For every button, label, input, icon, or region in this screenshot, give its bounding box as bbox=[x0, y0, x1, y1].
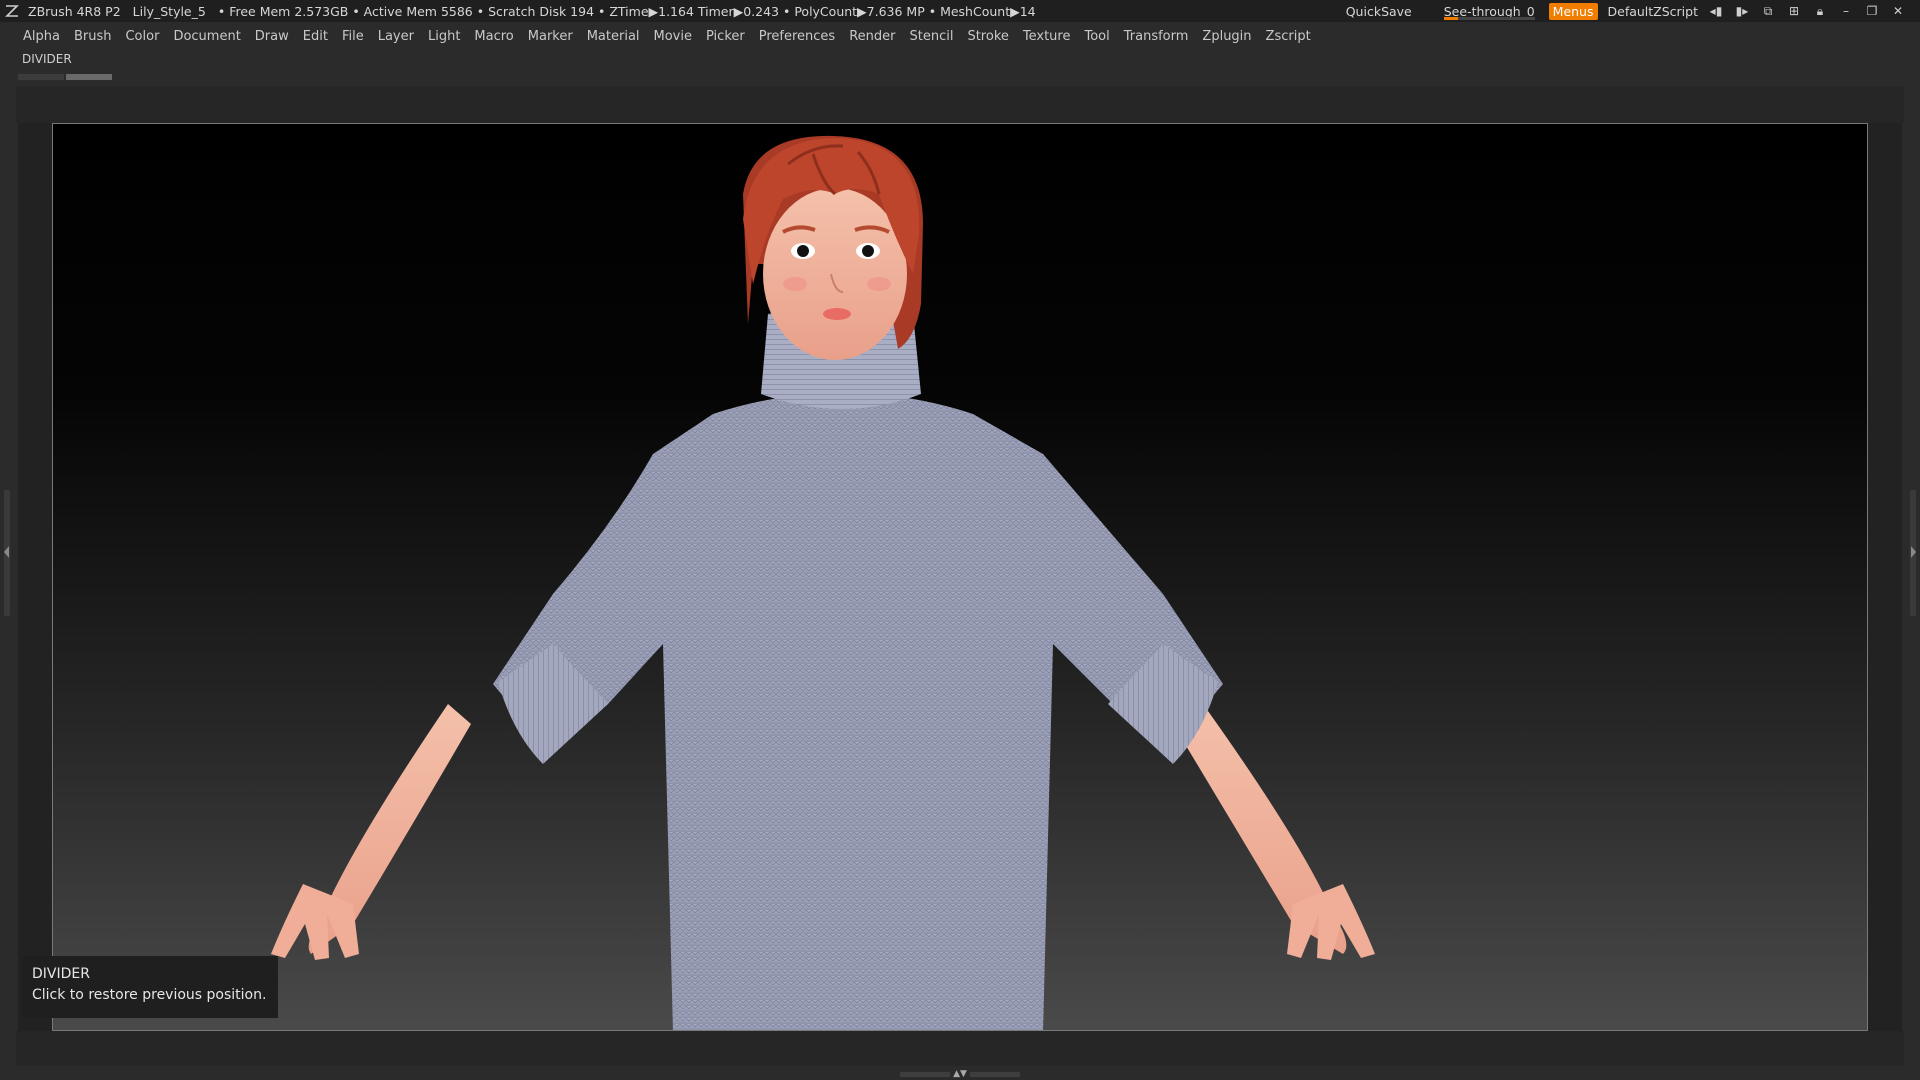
menu-stencil[interactable]: Stencil bbox=[902, 29, 960, 44]
menu-transform[interactable]: Transform bbox=[1117, 29, 1196, 44]
zbrush-logo-icon bbox=[5, 5, 19, 17]
quicksave-button[interactable]: QuickSave bbox=[1346, 4, 1412, 19]
menu-material[interactable]: Material bbox=[580, 29, 647, 44]
menu-render[interactable]: Render bbox=[842, 29, 902, 44]
bottom-shelf bbox=[16, 1031, 1904, 1066]
divider-label: DIVIDER bbox=[22, 52, 72, 66]
window-switch-icon[interactable]: ⧉ bbox=[1760, 3, 1776, 19]
menu-picker[interactable]: Picker bbox=[699, 29, 752, 44]
character-model bbox=[271, 135, 1375, 1030]
menu-alpha[interactable]: Alpha bbox=[16, 29, 67, 44]
menu-document[interactable]: Document bbox=[166, 29, 247, 44]
menu-zplugin[interactable]: Zplugin bbox=[1195, 29, 1258, 44]
layout-left-icon[interactable]: ◂▮ bbox=[1708, 3, 1724, 19]
app-title: ZBrush 4R8 P2 bbox=[28, 3, 121, 19]
menu-file[interactable]: File bbox=[335, 29, 371, 44]
menu-draw[interactable]: Draw bbox=[248, 29, 296, 44]
main-menu-bar: Alpha Brush Color Document Draw Edit File Layer… bbox=[16, 26, 1318, 46]
tooltip-body: Click to restore previous position. bbox=[32, 987, 267, 1003]
menu-light[interactable]: Light bbox=[421, 29, 467, 44]
see-through-slider[interactable]: See-through 0 bbox=[1440, 2, 1539, 20]
right-tray-handle[interactable] bbox=[1910, 490, 1916, 616]
bottom-tray-handle[interactable]: ▲▼ bbox=[895, 1069, 1025, 1079]
window-layout-icon[interactable]: ⊞ bbox=[1786, 3, 1802, 19]
document-name: Lily_Style_5 bbox=[132, 3, 206, 19]
left-tray-handle[interactable] bbox=[4, 490, 10, 616]
menu-movie[interactable]: Movie bbox=[647, 29, 699, 44]
layout-right-icon[interactable]: ▮▸ bbox=[1734, 3, 1750, 19]
menus-toggle-button[interactable]: Menus bbox=[1548, 2, 1598, 20]
face bbox=[763, 188, 907, 360]
minimize-icon[interactable]: – bbox=[1838, 3, 1854, 19]
menu-zscript[interactable]: Zscript bbox=[1259, 29, 1318, 44]
default-zscript-button[interactable]: DefaultZScript bbox=[1608, 4, 1699, 19]
sweater bbox=[493, 392, 1223, 1030]
menu-color[interactable]: Color bbox=[118, 29, 166, 44]
viewport-canvas[interactable] bbox=[52, 123, 1868, 1031]
divider-tab-1[interactable] bbox=[18, 74, 64, 80]
restore-icon[interactable]: ❐ bbox=[1864, 3, 1880, 19]
menu-preferences[interactable]: Preferences bbox=[752, 29, 842, 44]
menu-stroke[interactable]: Stroke bbox=[960, 29, 1015, 44]
divider-tooltip: DIVIDER Click to restore previous positi… bbox=[22, 956, 278, 1018]
title-bar: ZBrush 4R8 P2 Lily_Style_5 • Free Mem 2.… bbox=[0, 0, 1920, 22]
close-icon[interactable]: ✕ bbox=[1890, 3, 1906, 19]
menu-marker[interactable]: Marker bbox=[521, 29, 580, 44]
lock-icon[interactable]: 🔒︎ bbox=[1812, 3, 1828, 19]
menu-edit[interactable]: Edit bbox=[296, 29, 335, 44]
divider-tabs[interactable] bbox=[18, 74, 112, 80]
chevron-updown-icon: ▲▼ bbox=[953, 1069, 967, 1079]
menu-macro[interactable]: Macro bbox=[467, 29, 520, 44]
menu-tool[interactable]: Tool bbox=[1077, 29, 1116, 44]
top-shelf bbox=[16, 86, 1904, 123]
menu-layer[interactable]: Layer bbox=[371, 29, 421, 44]
divider-tab-2[interactable] bbox=[66, 74, 112, 80]
tooltip-title: DIVIDER bbox=[32, 966, 90, 982]
memory-stats: • Free Mem 2.573GB • Active Mem 5586 • S… bbox=[217, 3, 1036, 19]
menu-brush[interactable]: Brush bbox=[67, 29, 119, 44]
menu-texture[interactable]: Texture bbox=[1016, 29, 1078, 44]
